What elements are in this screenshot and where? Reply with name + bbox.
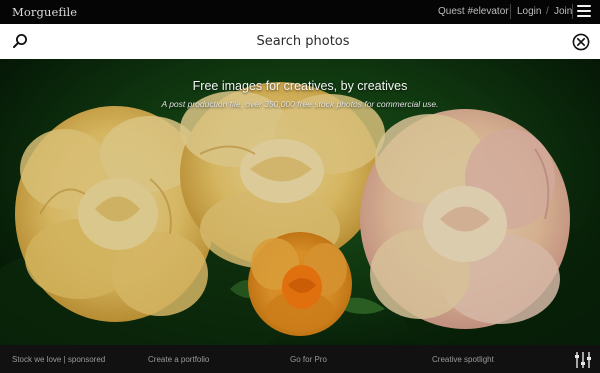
nav-divider [572, 4, 573, 19]
nav-divider [510, 4, 511, 19]
search-bar [0, 24, 600, 59]
site-logo[interactable]: Morguefile [12, 5, 77, 19]
close-circle-icon[interactable] [572, 33, 590, 51]
footer-link-stock-we-love[interactable]: Stock we love | sponsored [12, 355, 105, 364]
search-icon[interactable] [12, 33, 28, 49]
hamburger-menu-icon[interactable] [577, 5, 591, 18]
hero-tagline: Free images for creatives, by creatives [192, 79, 408, 93]
quest-link[interactable]: Quest #elevator [438, 6, 509, 17]
footer-bar: Stock we love | sponsored Create a portf… [0, 345, 600, 373]
join-link[interactable]: Join [554, 6, 572, 17]
login-link[interactable]: Login [517, 6, 541, 17]
filter-sliders-icon[interactable] [574, 351, 592, 369]
footer-link-create-portfolio[interactable]: Create a portfolio [148, 355, 209, 364]
footer-link-go-for-pro[interactable]: Go for Pro [290, 355, 327, 364]
login-join-separator: / [546, 6, 549, 17]
hero-subline: A post production file, over 350,000 fre… [161, 99, 439, 109]
footer-link-creative-spotlight[interactable]: Creative spotlight [432, 355, 494, 364]
search-input[interactable] [140, 30, 466, 53]
hero-photo[interactable]: Free images for creatives, by creatives … [0, 59, 600, 345]
top-navigation-bar: Morguefile Quest #elevator Login / Join [0, 0, 600, 24]
